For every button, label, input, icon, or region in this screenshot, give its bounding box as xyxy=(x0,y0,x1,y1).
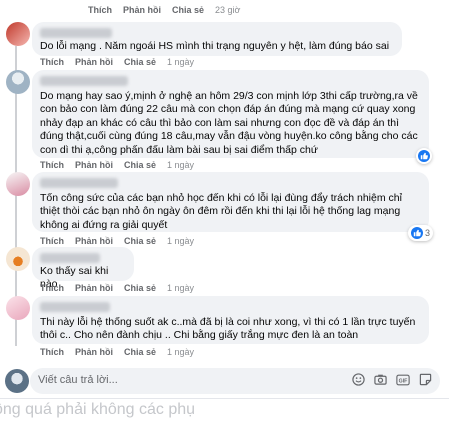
comment-text: Do mạng hay sao ý,mịnh ở nghệ an hôm 29/… xyxy=(40,90,421,156)
camera-icon[interactable] xyxy=(374,373,387,391)
background-text: ông quá phải không các phụ xyxy=(0,401,196,418)
share-link[interactable]: Chia sẻ xyxy=(124,283,156,293)
share-link[interactable]: Chia sẻ xyxy=(172,5,204,15)
comment-text: Do lỗi mạng . Năm ngoái HS mình thi trạn… xyxy=(40,40,390,52)
comment-actions-top: Thích Phản hồi Chia sẻ 23 giờ xyxy=(88,5,240,15)
share-link[interactable]: Chia sẻ xyxy=(124,347,156,357)
commenter-name[interactable] xyxy=(40,178,118,188)
avatar[interactable] xyxy=(6,247,30,271)
timestamp[interactable]: 1 ngày xyxy=(167,57,194,67)
reaction-badge[interactable]: 3 xyxy=(408,225,434,241)
comment-actions: Thích Phản hồi Chia sẻ 1 ngày xyxy=(40,236,194,246)
comment-text: Thi này lỗi hệ thống suốt ak c..mà đã bị… xyxy=(40,316,419,342)
comment-text: Tốn công sức của các bạn nhỏ học đến khi… xyxy=(40,192,405,231)
share-link[interactable]: Chia sẻ xyxy=(124,236,156,246)
reply-link[interactable]: Phản hồi xyxy=(75,283,113,293)
comment-bubble: Thi này lỗi hệ thống suốt ak c..mà đã bị… xyxy=(32,296,429,344)
like-link[interactable]: Thích xyxy=(40,283,64,293)
comment-actions: Thích Phản hồi Chia sẻ 1 ngày xyxy=(40,283,194,293)
reply-link[interactable]: Phản hồi xyxy=(123,5,161,15)
like-icon xyxy=(411,227,423,239)
like-link[interactable]: Thích xyxy=(40,347,64,357)
comment-bubble: Ko thấy sai khi nào xyxy=(32,247,134,290)
comment-bubble: Do mạng hay sao ý,mịnh ở nghệ an hôm 29/… xyxy=(32,70,429,158)
comment-actions: Thích Phản hồi Chia sẻ 1 ngày xyxy=(40,160,194,170)
avatar[interactable] xyxy=(6,22,30,46)
timestamp[interactable]: 23 giờ xyxy=(215,5,240,15)
composer-tools: GIF xyxy=(352,373,432,391)
sticker-icon[interactable] xyxy=(419,373,432,391)
like-link[interactable]: Thích xyxy=(40,160,64,170)
comment-bubble: Do lỗi mạng . Năm ngoái HS mình thi trạn… xyxy=(32,22,402,56)
reply-placeholder[interactable]: Viết câu trả lời... xyxy=(38,374,118,386)
comment-actions: Thích Phản hồi Chia sẻ 1 ngày xyxy=(40,347,194,357)
reply-link[interactable]: Phản hồi xyxy=(75,160,113,170)
commenter-name[interactable] xyxy=(40,76,128,86)
share-link[interactable]: Chia sẻ xyxy=(124,160,156,170)
commenter-name[interactable] xyxy=(40,253,100,263)
avatar[interactable] xyxy=(6,296,30,320)
background-post-text: ông quá phải không các phụ xyxy=(0,398,449,421)
reply-link[interactable]: Phản hồi xyxy=(75,57,113,67)
reaction-badge[interactable] xyxy=(416,148,432,164)
commenter-name[interactable] xyxy=(40,28,112,38)
share-link[interactable]: Chia sẻ xyxy=(124,57,156,67)
avatar[interactable] xyxy=(6,70,30,94)
commenter-name[interactable] xyxy=(40,302,110,312)
like-link[interactable]: Thích xyxy=(40,236,64,246)
avatar[interactable] xyxy=(6,172,30,196)
reply-link[interactable]: Phản hồi xyxy=(75,347,113,357)
reply-link[interactable]: Phản hồi xyxy=(75,236,113,246)
reply-box[interactable]: Viết câu trả lời... GIF xyxy=(30,368,440,394)
timestamp[interactable]: 1 ngày xyxy=(167,236,194,246)
like-link[interactable]: Thích xyxy=(88,5,112,15)
like-link[interactable]: Thích xyxy=(40,57,64,67)
reaction-count: 3 xyxy=(425,228,431,238)
comment-actions: Thích Phản hồi Chia sẻ 1 ngày xyxy=(40,57,194,67)
timestamp[interactable]: 1 ngày xyxy=(167,347,194,357)
gif-icon[interactable]: GIF xyxy=(396,373,410,391)
current-user-avatar[interactable] xyxy=(5,369,29,393)
timestamp[interactable]: 1 ngày xyxy=(167,160,194,170)
comment-bubble: Tốn công sức của các bạn nhỏ học đến khi… xyxy=(32,172,429,232)
emoji-icon[interactable] xyxy=(352,373,365,391)
svg-text:GIF: GIF xyxy=(399,378,409,384)
timestamp[interactable]: 1 ngày xyxy=(167,283,194,293)
like-icon xyxy=(418,150,430,162)
